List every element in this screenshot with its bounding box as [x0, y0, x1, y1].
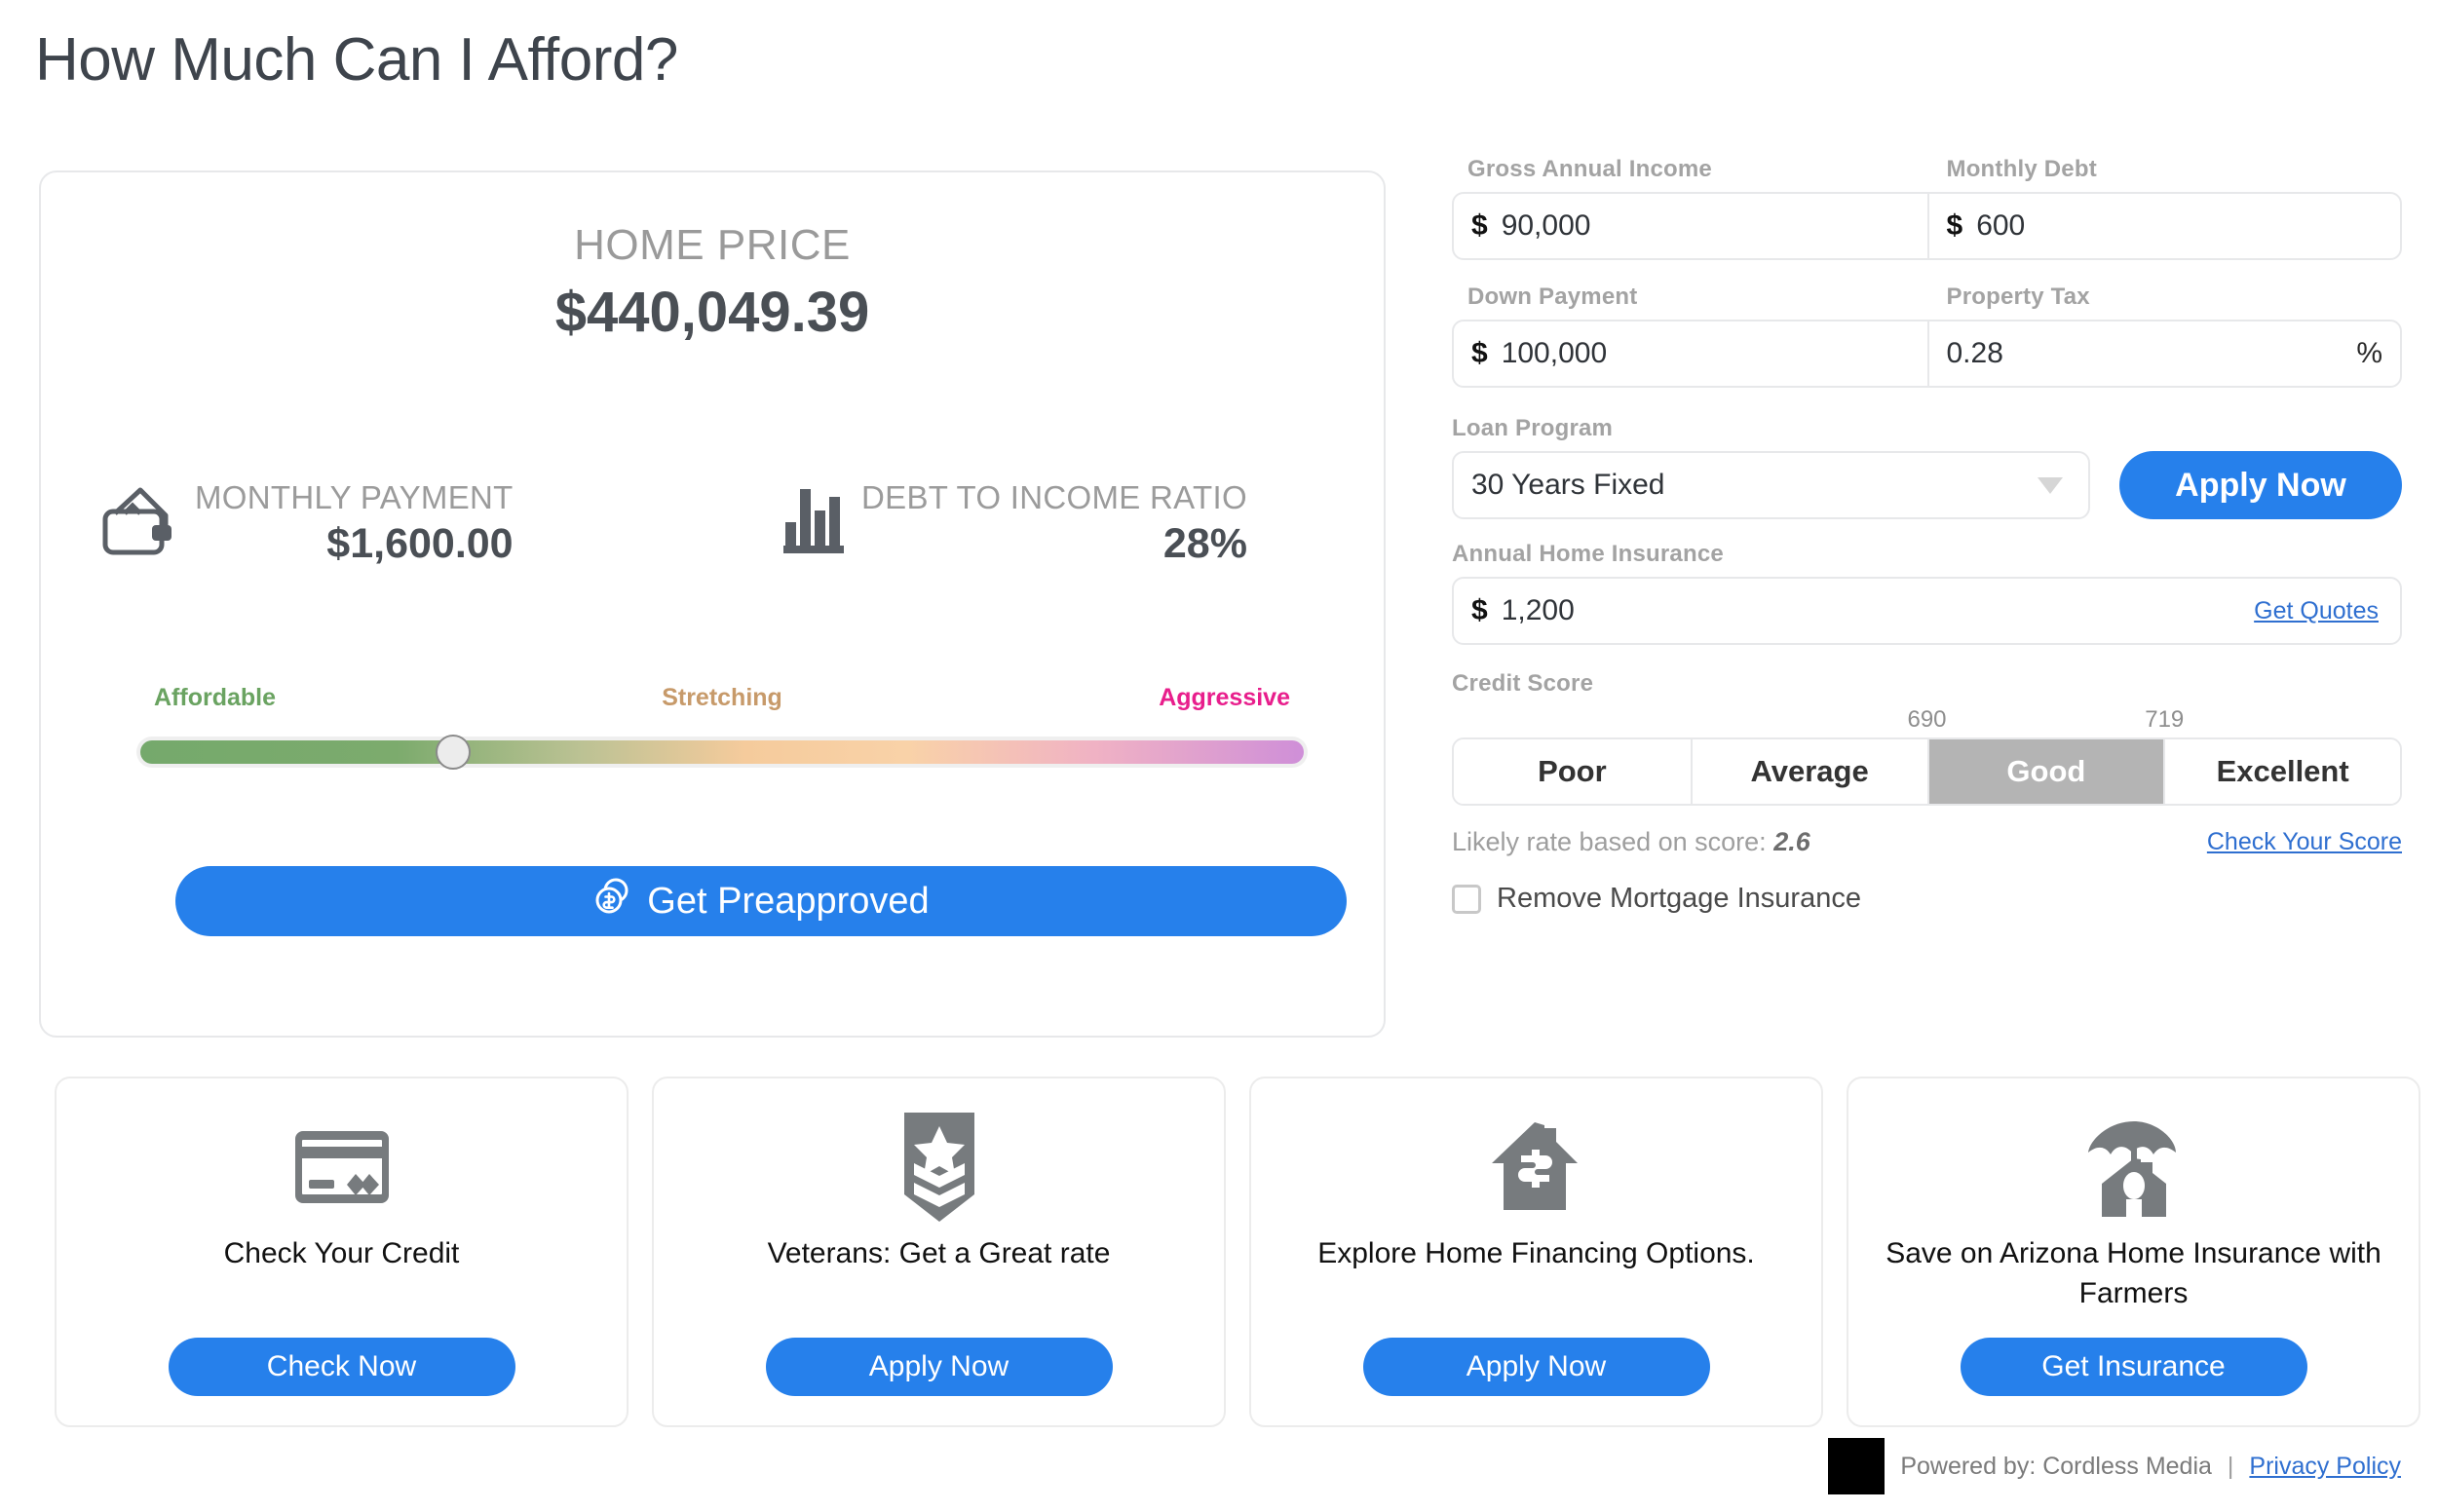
get-quotes-link[interactable]: Get Quotes: [2254, 597, 2379, 625]
percent-sign-icon: %: [2356, 337, 2382, 369]
promo-button[interactable]: Check Now: [168, 1338, 515, 1396]
annual-home-insurance-group: Annual Home Insurance $ 1,200 Get Quotes: [1452, 541, 2402, 645]
slider-label-stretching: Stretching: [662, 684, 782, 711]
income-debt-row: Gross Annual Income Monthly Debt: [1452, 156, 2402, 192]
promo-title: Check Your Credit: [223, 1237, 460, 1269]
page-title: How Much Can I Afford?: [35, 26, 678, 94]
coin-dollar-icon: [592, 876, 633, 926]
umbrella-house-icon: [2080, 1110, 2188, 1225]
downpayment-tax-field-group: $ 100,000 0.28 %: [1452, 320, 2402, 388]
annual-home-insurance-value: 1,200: [1501, 594, 1575, 626]
loan-program-value: 30 Years Fixed: [1471, 469, 1665, 501]
home-price-value: $440,049.39: [554, 281, 870, 344]
down-payment-label: Down Payment: [1467, 284, 1638, 310]
property-tax-field[interactable]: 0.28 %: [1926, 321, 2401, 386]
affordability-slider[interactable]: Affordable Stretching Aggressive: [136, 684, 1308, 770]
credit-score-segmented-control[interactable]: Poor Average Good Excellent: [1452, 737, 2402, 806]
footer-logo-icon: [1828, 1438, 1886, 1494]
loan-input-form: Gross Annual Income Monthly Debt $ 90,00…: [1452, 156, 2402, 915]
promo-button[interactable]: Apply Now: [1362, 1338, 1710, 1396]
debt-to-income-metric: DEBT TO INCOME RATIO 28%: [783, 479, 1247, 568]
credit-card-icon: [294, 1110, 389, 1225]
credit-score-ticks: 690 719: [1452, 706, 2402, 737]
down-payment-value: 100,000: [1501, 337, 1608, 369]
monthly-payment-value: $1,600.00: [326, 520, 514, 567]
likely-rate-row: Likely rate based on score: 2.6 Check Yo…: [1452, 827, 2402, 857]
loan-program-row: Loan Program 30 Years Fixed Apply Now: [1452, 415, 2402, 519]
check-your-score-link[interactable]: Check Your Score: [2207, 828, 2402, 856]
monthly-debt-label: Monthly Debt: [1946, 156, 2097, 182]
metrics-row: MONTHLY PAYMENT $1,600.00 DEBT TO INCOME…: [41, 479, 1384, 596]
get-preapproved-button[interactable]: Get Preapproved: [175, 866, 1347, 936]
credit-score-label: Credit Score: [1452, 670, 1594, 697]
promo-button[interactable]: Apply Now: [765, 1338, 1113, 1396]
dollar-sign-icon: $: [1471, 594, 1488, 626]
privacy-policy-link[interactable]: Privacy Policy: [2249, 1453, 2401, 1481]
slider-track[interactable]: [136, 735, 1308, 770]
property-tax-label: Property Tax: [1946, 284, 2090, 310]
debt-to-income-label: DEBT TO INCOME RATIO: [861, 479, 1247, 515]
slider-thumb[interactable]: [435, 735, 471, 770]
promo-card[interactable]: Save on Arizona Home Insurance with Farm…: [1847, 1077, 2420, 1427]
slider-legend: Affordable Stretching Aggressive: [136, 684, 1308, 723]
annual-home-insurance-label: Annual Home Insurance: [1452, 541, 1724, 567]
gross-annual-income-field[interactable]: $ 90,000: [1454, 194, 1927, 258]
likely-rate-prefix: Likely rate based on score:: [1452, 827, 1767, 856]
monthly-payment-label: MONTHLY PAYMENT: [195, 479, 514, 515]
footer: Powered by: Cordless Media | Privacy Pol…: [1828, 1438, 2401, 1494]
promo-title: Veterans: Get a Great rate: [767, 1237, 1111, 1269]
apply-now-button[interactable]: Apply Now: [2119, 451, 2402, 519]
downpayment-tax-row: Down Payment Property Tax: [1452, 284, 2402, 320]
afford-calculator-page: How Much Can I Afford? HOME PRICE $440,0…: [0, 0, 2438, 1512]
slider-label-aggressive: Aggressive: [1159, 684, 1290, 711]
monthly-debt-field[interactable]: $ 600: [1926, 194, 2401, 258]
likely-rate-value: 2.6: [1773, 827, 1810, 856]
credit-score-option-good[interactable]: Good: [1926, 739, 2164, 804]
credit-score-option-average[interactable]: Average: [1690, 739, 1927, 804]
debt-to-income-value: 28%: [1162, 520, 1247, 567]
home-price-label: HOME PRICE: [574, 221, 851, 269]
remove-mortgage-insurance-row[interactable]: Remove Mortgage Insurance: [1452, 883, 2402, 915]
monthly-debt-value: 600: [1976, 209, 2026, 242]
gross-annual-income-value: 90,000: [1501, 209, 1591, 242]
credit-score-option-excellent[interactable]: Excellent: [2163, 739, 2400, 804]
get-preapproved-label: Get Preapproved: [647, 880, 930, 922]
promo-card[interactable]: Veterans: Get a Great rate Apply Now: [652, 1077, 1226, 1427]
house-dollar-icon: [1488, 1110, 1585, 1225]
remove-mortgage-insurance-checkbox[interactable]: [1452, 884, 1481, 914]
property-tax-value: 0.28: [1946, 337, 2003, 369]
promo-card[interactable]: Check Your Credit Check Now: [55, 1077, 629, 1427]
promo-title: Explore Home Financing Options.: [1317, 1237, 1755, 1269]
slider-label-affordable: Affordable: [154, 684, 276, 711]
powered-by-text: Powered by: Cordless Media: [1900, 1452, 2212, 1480]
promo-card-list: Check Your Credit Check Now Veterans: Ge…: [55, 1077, 2420, 1427]
footer-separator: |: [2227, 1452, 2234, 1480]
monthly-payment-metric: MONTHLY PAYMENT $1,600.00: [101, 479, 514, 568]
loan-program-select[interactable]: 30 Years Fixed: [1452, 451, 2090, 519]
annual-home-insurance-field[interactable]: $ 1,200 Get Quotes: [1452, 577, 2402, 645]
credit-score-tick-high: 719: [2145, 706, 2185, 733]
military-rank-badge-icon: [898, 1110, 980, 1225]
likely-rate-text: Likely rate based on score: 2.6: [1452, 827, 1810, 857]
wallet-house-icon: [101, 486, 177, 561]
income-debt-field-group: $ 90,000 $ 600: [1452, 192, 2402, 260]
promo-button[interactable]: Get Insurance: [1960, 1338, 2307, 1396]
loan-program-label: Loan Program: [1452, 415, 1614, 441]
remove-mortgage-insurance-label: Remove Mortgage Insurance: [1497, 883, 1861, 914]
down-payment-field[interactable]: $ 100,000: [1454, 321, 1927, 386]
dollar-sign-icon: $: [1471, 209, 1488, 242]
affordability-result-panel: HOME PRICE $440,049.39 MONTHLY PAYMENT $…: [39, 170, 1386, 1038]
promo-title: Save on Arizona Home Insurance with Farm…: [1886, 1237, 2381, 1309]
dollar-sign-icon: $: [1946, 209, 1963, 242]
promo-card[interactable]: Explore Home Financing Options. Apply No…: [1249, 1077, 1823, 1427]
gross-annual-income-label: Gross Annual Income: [1467, 156, 1712, 182]
dollar-sign-icon: $: [1471, 337, 1488, 369]
credit-score-tick-low: 690: [1907, 706, 1947, 733]
credit-score-option-poor[interactable]: Poor: [1454, 739, 1691, 804]
bar-chart-icon: [783, 487, 844, 560]
slider-gradient-fill: [140, 740, 1304, 764]
chevron-down-icon: [2038, 477, 2063, 494]
